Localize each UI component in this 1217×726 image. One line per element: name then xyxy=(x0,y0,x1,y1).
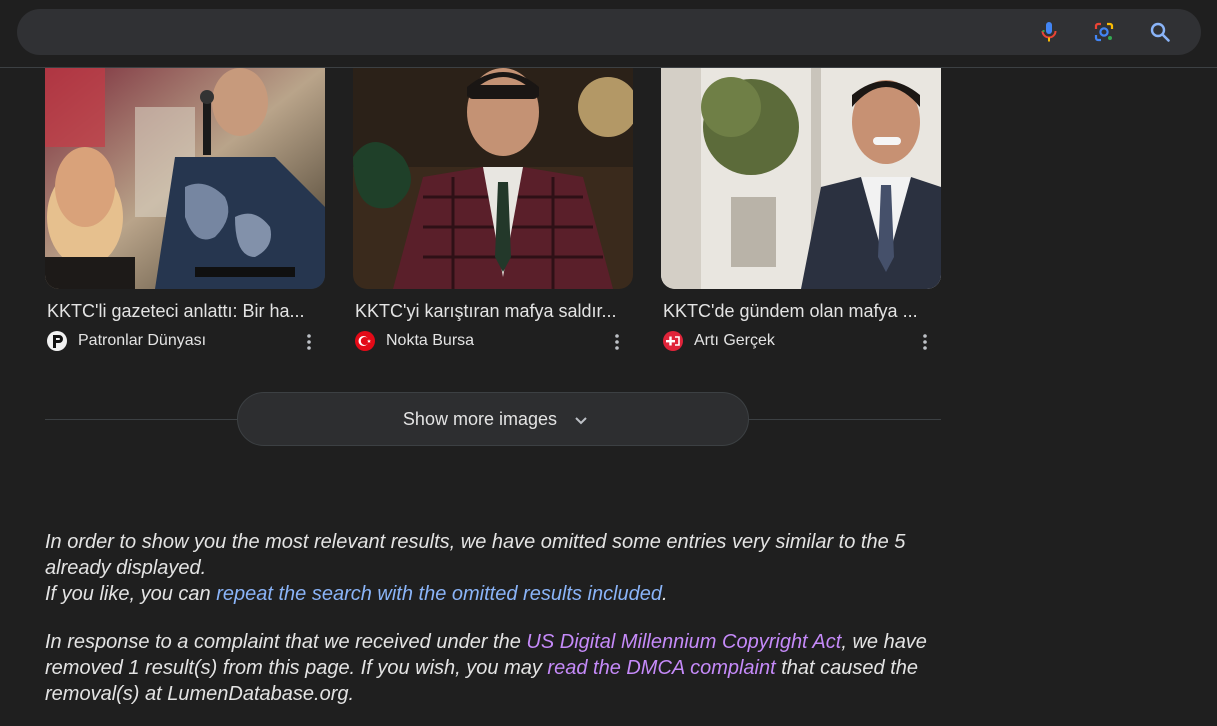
source-name: Patronlar Dünyası xyxy=(78,332,207,349)
omitted-notice-line2: If you like, you can repeat the search w… xyxy=(45,581,945,607)
dmca-prefix: In response to a complaint that we recei… xyxy=(45,631,527,653)
image-thumbnail[interactable] xyxy=(45,67,325,289)
search-input[interactable] xyxy=(37,9,1021,57)
dmca-notice: In response to a complaint that we recei… xyxy=(45,629,945,707)
image-card[interactable]: KKTC'yi karıştıran mafya saldır... Nokta… xyxy=(353,67,633,351)
chevron-down-icon xyxy=(571,411,591,431)
image-card[interactable]: KKTC'de gündem olan mafya ... Artı Gerçe… xyxy=(661,67,941,351)
search-box[interactable] xyxy=(17,9,1201,57)
show-more-images-button[interactable]: Show more images xyxy=(237,392,749,446)
omitted-results-notice: In order to show you the most relevant r… xyxy=(45,529,945,607)
source-name: Nokta Bursa xyxy=(386,332,475,349)
google-lens-icon[interactable] xyxy=(1092,20,1116,44)
top-bar xyxy=(0,0,1217,68)
omitted-notice-suffix: . xyxy=(662,583,668,605)
image-title[interactable]: KKTC'li gazeteci anlattı: Bir ha... xyxy=(47,301,323,322)
image-source[interactable]: Nokta Bursa xyxy=(355,331,631,353)
more-options-icon[interactable] xyxy=(917,331,933,353)
omitted-notice-text: In order to show you the most relevant r… xyxy=(45,531,906,579)
more-options-icon[interactable] xyxy=(609,331,625,353)
image-thumbnail[interactable] xyxy=(353,67,633,289)
mic-icon[interactable] xyxy=(1037,20,1061,44)
omitted-notice-prefix: If you like, you can xyxy=(45,583,217,605)
source-name: Artı Gerçek xyxy=(694,332,775,349)
image-thumbnail[interactable] xyxy=(661,67,941,289)
repeat-search-link[interactable]: repeat the search with the omitted resul… xyxy=(216,583,662,605)
image-source[interactable]: Patronlar Dünyası xyxy=(47,331,323,353)
image-title[interactable]: KKTC'yi karıştıran mafya saldır... xyxy=(355,301,631,322)
turkish-flag-favicon xyxy=(355,331,375,351)
arti-gercek-favicon xyxy=(663,331,683,351)
image-title[interactable]: KKTC'de gündem olan mafya ... xyxy=(663,301,939,322)
image-source[interactable]: Artı Gerçek xyxy=(663,331,939,353)
image-results: KKTC'li gazeteci anlattı: Bir ha... Patr… xyxy=(45,67,941,367)
read-dmca-complaint-link[interactable]: read the DMCA complaint xyxy=(547,657,775,679)
more-options-icon[interactable] xyxy=(301,331,317,353)
show-more-label: Show more images xyxy=(402,409,557,429)
patronlar-dunyasi-favicon xyxy=(47,331,67,351)
dmca-act-link[interactable]: US Digital Millennium Copyright Act xyxy=(526,631,841,653)
image-card[interactable]: KKTC'li gazeteci anlattı: Bir ha... Patr… xyxy=(45,67,325,351)
search-icon[interactable] xyxy=(1148,20,1172,44)
